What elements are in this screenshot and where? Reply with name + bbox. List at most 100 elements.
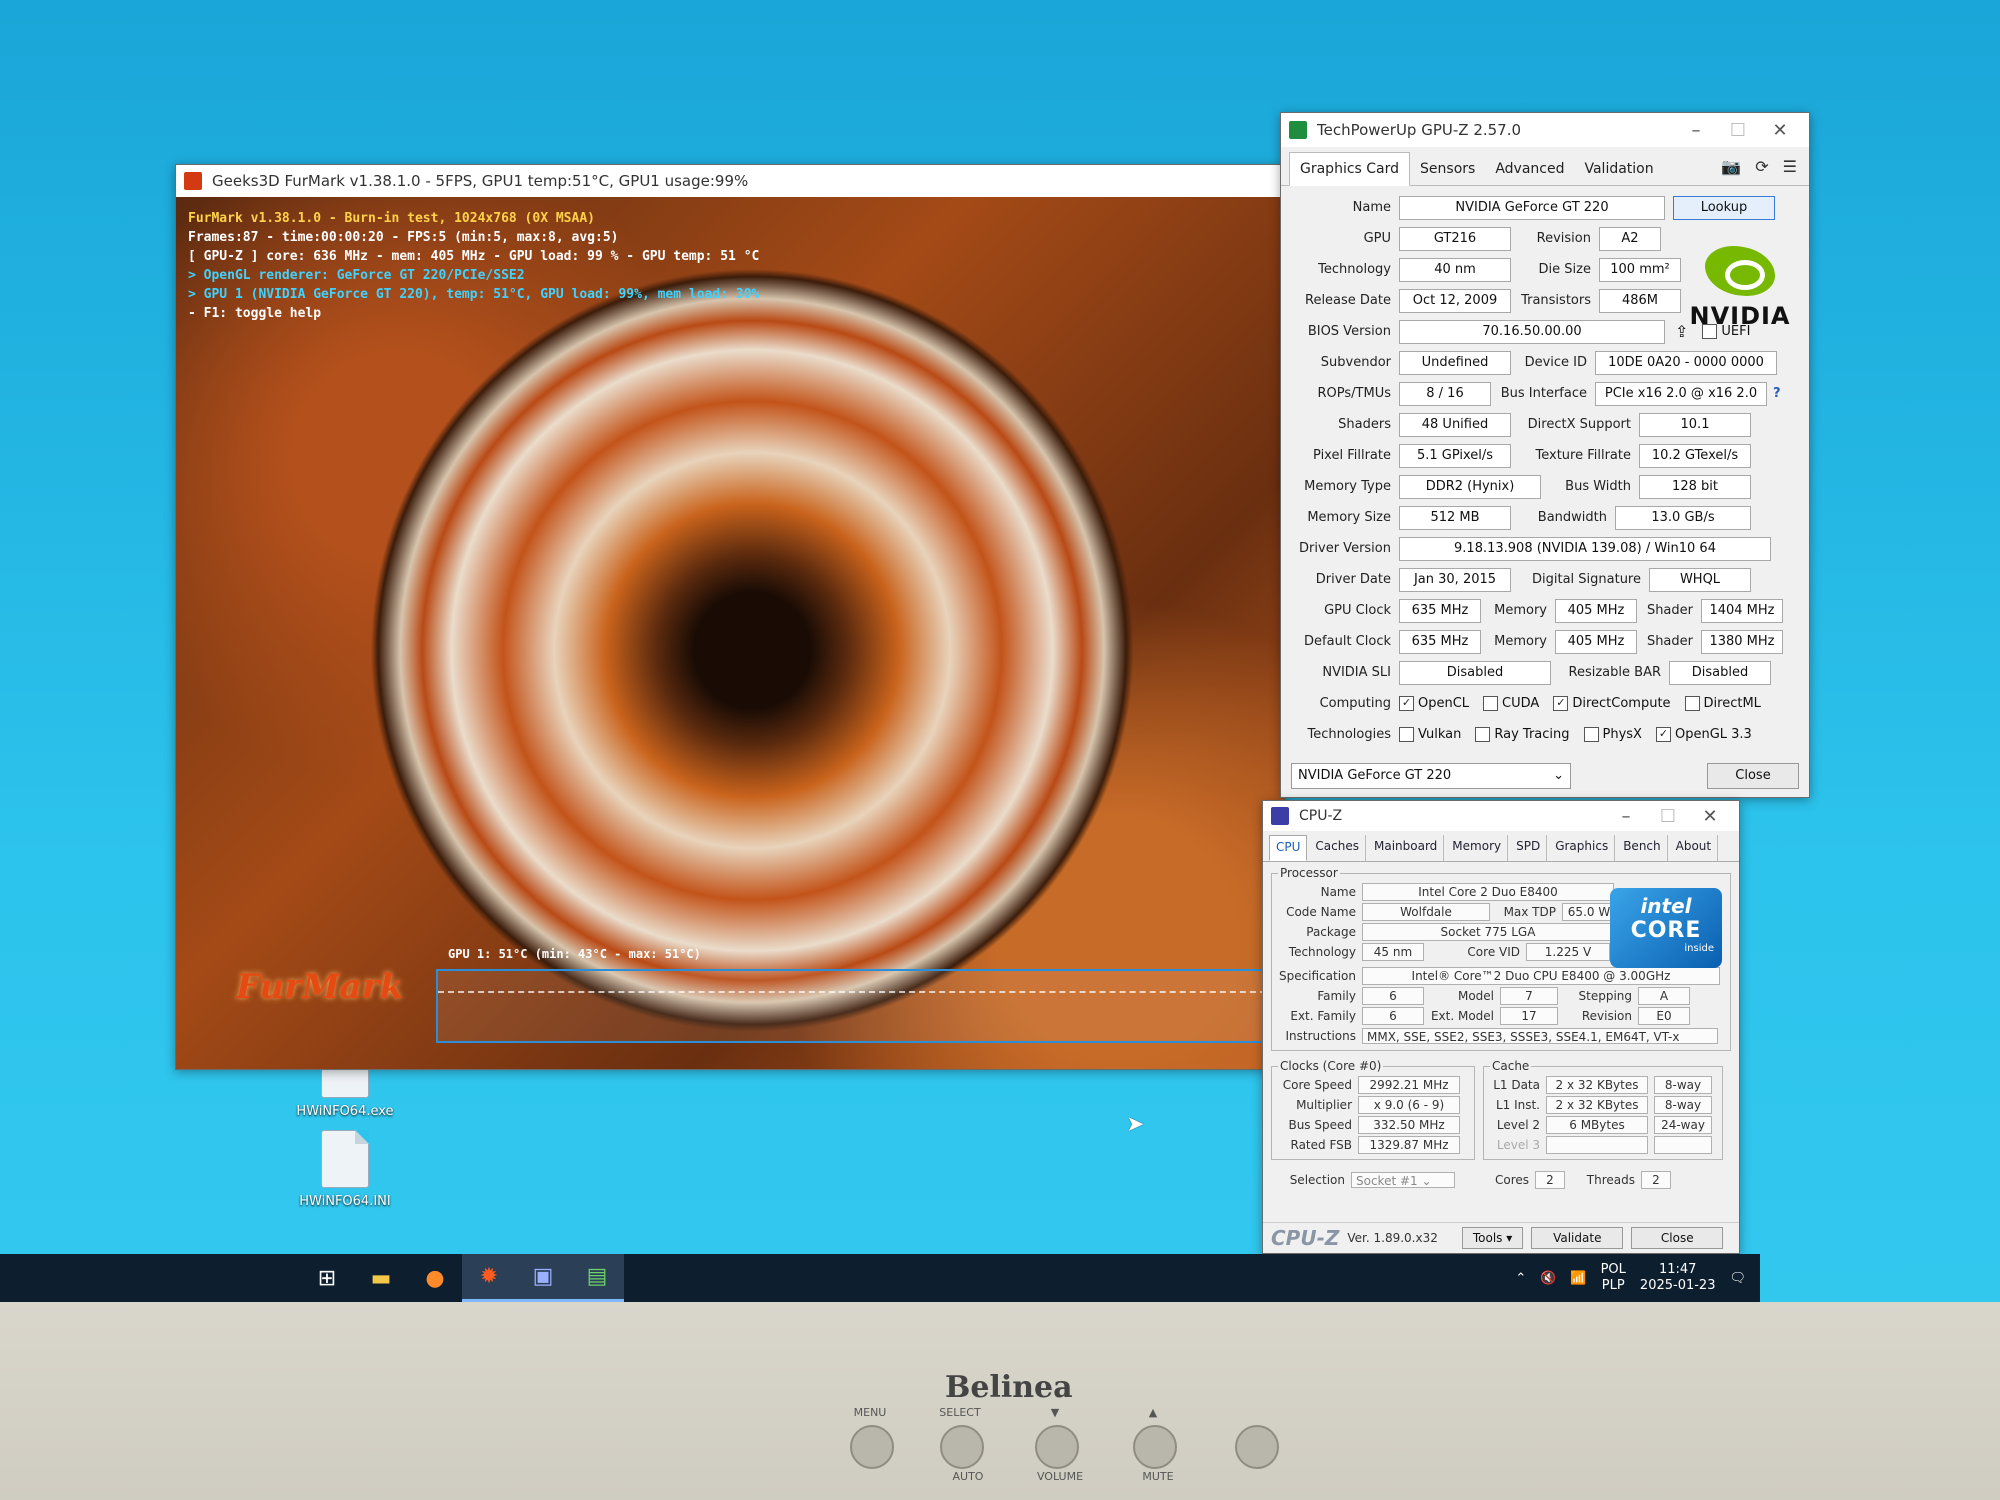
bus-speed-label: Bus Speed	[1288, 1118, 1352, 1132]
validate-button[interactable]: Validate	[1531, 1227, 1624, 1249]
furmark-render-canvas: FurMark v1.38.1.0 - Burn-in test, 1024x7…	[176, 197, 1284, 1069]
menu-icon[interactable]: ☰	[1783, 157, 1797, 176]
furmark-icon: ✹	[479, 1264, 499, 1289]
notification-icon[interactable]: 🗨	[1729, 1271, 1746, 1286]
clock[interactable]: 11:47 2025-01-23	[1640, 1262, 1716, 1294]
gpuz-window[interactable]: TechPowerUp GPU-Z 2.57.0 – ☐ ✕ Graphics …	[1280, 112, 1810, 798]
socket-select[interactable]: Socket #1 ⌄	[1351, 1172, 1455, 1188]
max-tdp-field: 65.0 W	[1562, 903, 1616, 921]
monitor-brand: Belinea	[945, 1370, 1073, 1405]
window-title: CPU-Z	[1299, 808, 1343, 824]
minimize-icon[interactable]: –	[1605, 806, 1647, 827]
cpuz-version: Ver. 1.89.0.x32	[1347, 1231, 1438, 1245]
ext-family-field: 6	[1362, 1007, 1424, 1025]
rops-tmus-field: 8 / 16	[1399, 381, 1491, 406]
checkbox-label: Ray Tracing	[1494, 727, 1570, 742]
tab-sensors[interactable]: Sensors	[1410, 153, 1485, 185]
gpuz-titlebar[interactable]: TechPowerUp GPU-Z 2.57.0 – ☐ ✕	[1281, 113, 1809, 147]
input-language[interactable]: POL PLP	[1601, 1262, 1626, 1294]
directx-support-label: DirectX Support	[1527, 417, 1631, 432]
taskbar-file-explorer[interactable]: ▬	[354, 1254, 408, 1302]
intel-logo-core: CORE	[1630, 918, 1702, 943]
taskbar-gpuz[interactable]: ▤	[570, 1254, 624, 1302]
system-tray: ⌃ 🔇 📶 POL PLP 11:47 2025-01-23 🗨	[1515, 1254, 1746, 1302]
family-field: 6	[1362, 987, 1424, 1005]
revision-field: A2	[1599, 226, 1661, 251]
camera-icon[interactable]: 📷	[1721, 157, 1741, 176]
tab-caches[interactable]: Caches	[1309, 835, 1366, 861]
gpuz-close-button[interactable]: Close	[1707, 763, 1799, 789]
tools-button[interactable]: Tools ▾	[1461, 1227, 1524, 1249]
tab-about[interactable]: About	[1670, 835, 1719, 861]
close-icon[interactable]: ✕	[1689, 806, 1731, 827]
taskbar-firefox[interactable]: ●	[408, 1254, 462, 1302]
network-icon[interactable]: 📶	[1570, 1271, 1586, 1286]
monitor-up-button[interactable]	[1133, 1425, 1177, 1469]
monitor-down-button[interactable]	[1035, 1425, 1079, 1469]
monitor-button-label: MENU	[853, 1406, 887, 1419]
tab-cpu[interactable]: CPU	[1269, 835, 1308, 861]
desktop-icon-hwinfo-ini[interactable]: HWiNFO64.INI	[290, 1130, 400, 1209]
temperature-graph: GPU 1: 51°C (min: 43°C - max: 51°C)	[436, 947, 1284, 1043]
cpuz-tabs: CPU Caches Mainboard Memory SPD Graphics…	[1263, 831, 1739, 862]
monitor-button-sublabel: MUTE	[1142, 1470, 1174, 1483]
technology-field: 40 nm	[1399, 257, 1511, 282]
tab-bench[interactable]: Bench	[1617, 835, 1668, 861]
shaders-label: Shaders	[1338, 417, 1391, 432]
taskbar-cpuz[interactable]: ▣	[516, 1254, 570, 1302]
physx-checkbox: PhysX	[1583, 727, 1642, 742]
directcompute-checkbox: ✓ DirectCompute	[1553, 696, 1671, 711]
taskbar: ⊞ ▬ ● ✹ ▣ ▤ ⌃ 🔇 📶 POL PLP 11:47 2025-01-…	[0, 1254, 1760, 1302]
model-label: Model	[1457, 989, 1494, 1003]
family-label: Family	[1317, 989, 1356, 1003]
chevron-up-icon[interactable]: ⌃	[1515, 1271, 1526, 1286]
core-speed-field: 2992.21 MHz	[1358, 1076, 1460, 1094]
close-icon[interactable]: ✕	[1759, 120, 1801, 141]
gpuz-app-icon	[1289, 121, 1307, 139]
tab-memory[interactable]: Memory	[1446, 835, 1509, 861]
default-clock-label: Default Clock	[1304, 634, 1391, 649]
cpuz-window[interactable]: CPU-Z – ☐ ✕ CPU Caches Mainboard Memory …	[1262, 800, 1740, 1254]
bios-version-label: BIOS Version	[1307, 324, 1391, 339]
tab-advanced[interactable]: Advanced	[1485, 153, 1574, 185]
ini-file-icon	[321, 1130, 369, 1188]
level3-label: Level 3	[1496, 1138, 1540, 1152]
monitor-select-button[interactable]	[940, 1425, 984, 1469]
default-memory-clock-field: 405 MHz	[1555, 629, 1637, 654]
start-button[interactable]: ⊞	[300, 1254, 354, 1302]
maximize-icon[interactable]: ☐	[1717, 120, 1759, 141]
help-icon[interactable]: ?	[1773, 386, 1781, 401]
l1-data-label: L1 Data	[1493, 1078, 1540, 1092]
tab-spd[interactable]: SPD	[1510, 835, 1548, 861]
cpuz-close-button[interactable]: Close	[1631, 1227, 1724, 1249]
refresh-icon[interactable]: ⟳	[1755, 157, 1768, 176]
furmark-titlebar[interactable]: Geeks3D FurMark v1.38.1.0 - 5FPS, GPU1 t…	[176, 165, 1284, 197]
gpu-select-dropdown[interactable]: NVIDIA GeForce GT 220 ⌄	[1291, 763, 1571, 789]
l1-inst-field: 2 x 32 KBytes	[1546, 1096, 1648, 1114]
monitor-button-sublabel: AUTO	[952, 1470, 984, 1483]
tab-validation[interactable]: Validation	[1574, 153, 1663, 185]
furmark-stats-overlay: FurMark v1.38.1.0 - Burn-in test, 1024x7…	[188, 209, 759, 323]
tab-graphics-card[interactable]: Graphics Card	[1289, 152, 1411, 186]
overlay-line: > OpenGL renderer: GeForce GT 220/PCIe/S…	[188, 268, 525, 283]
tab-graphics[interactable]: Graphics	[1549, 835, 1616, 861]
subvendor-label: Subvendor	[1320, 355, 1391, 370]
minimize-icon[interactable]: –	[1675, 120, 1717, 141]
core-speed-label: Core Speed	[1282, 1078, 1352, 1092]
level2-label: Level 2	[1496, 1118, 1540, 1132]
language-code: POL	[1600, 1262, 1626, 1277]
maximize-icon[interactable]: ☐	[1647, 806, 1689, 827]
gpu-label: GPU	[1363, 231, 1391, 246]
furmark-window[interactable]: Geeks3D FurMark v1.38.1.0 - 5FPS, GPU1 t…	[175, 164, 1285, 1070]
taskbar-furmark[interactable]: ✹	[462, 1254, 516, 1302]
volume-muted-icon[interactable]: 🔇	[1540, 1271, 1556, 1286]
monitor-menu-button[interactable]	[850, 1425, 894, 1469]
package-label: Package	[1306, 925, 1356, 939]
lookup-button[interactable]: Lookup	[1673, 195, 1775, 220]
cpuz-icon: ▣	[532, 1264, 554, 1289]
monitor-power-button[interactable]	[1235, 1425, 1279, 1469]
threads-field: 2	[1641, 1171, 1671, 1189]
tab-mainboard[interactable]: Mainboard	[1368, 835, 1445, 861]
device-id-label: Device ID	[1524, 355, 1587, 370]
cpuz-titlebar[interactable]: CPU-Z – ☐ ✕	[1263, 801, 1739, 831]
